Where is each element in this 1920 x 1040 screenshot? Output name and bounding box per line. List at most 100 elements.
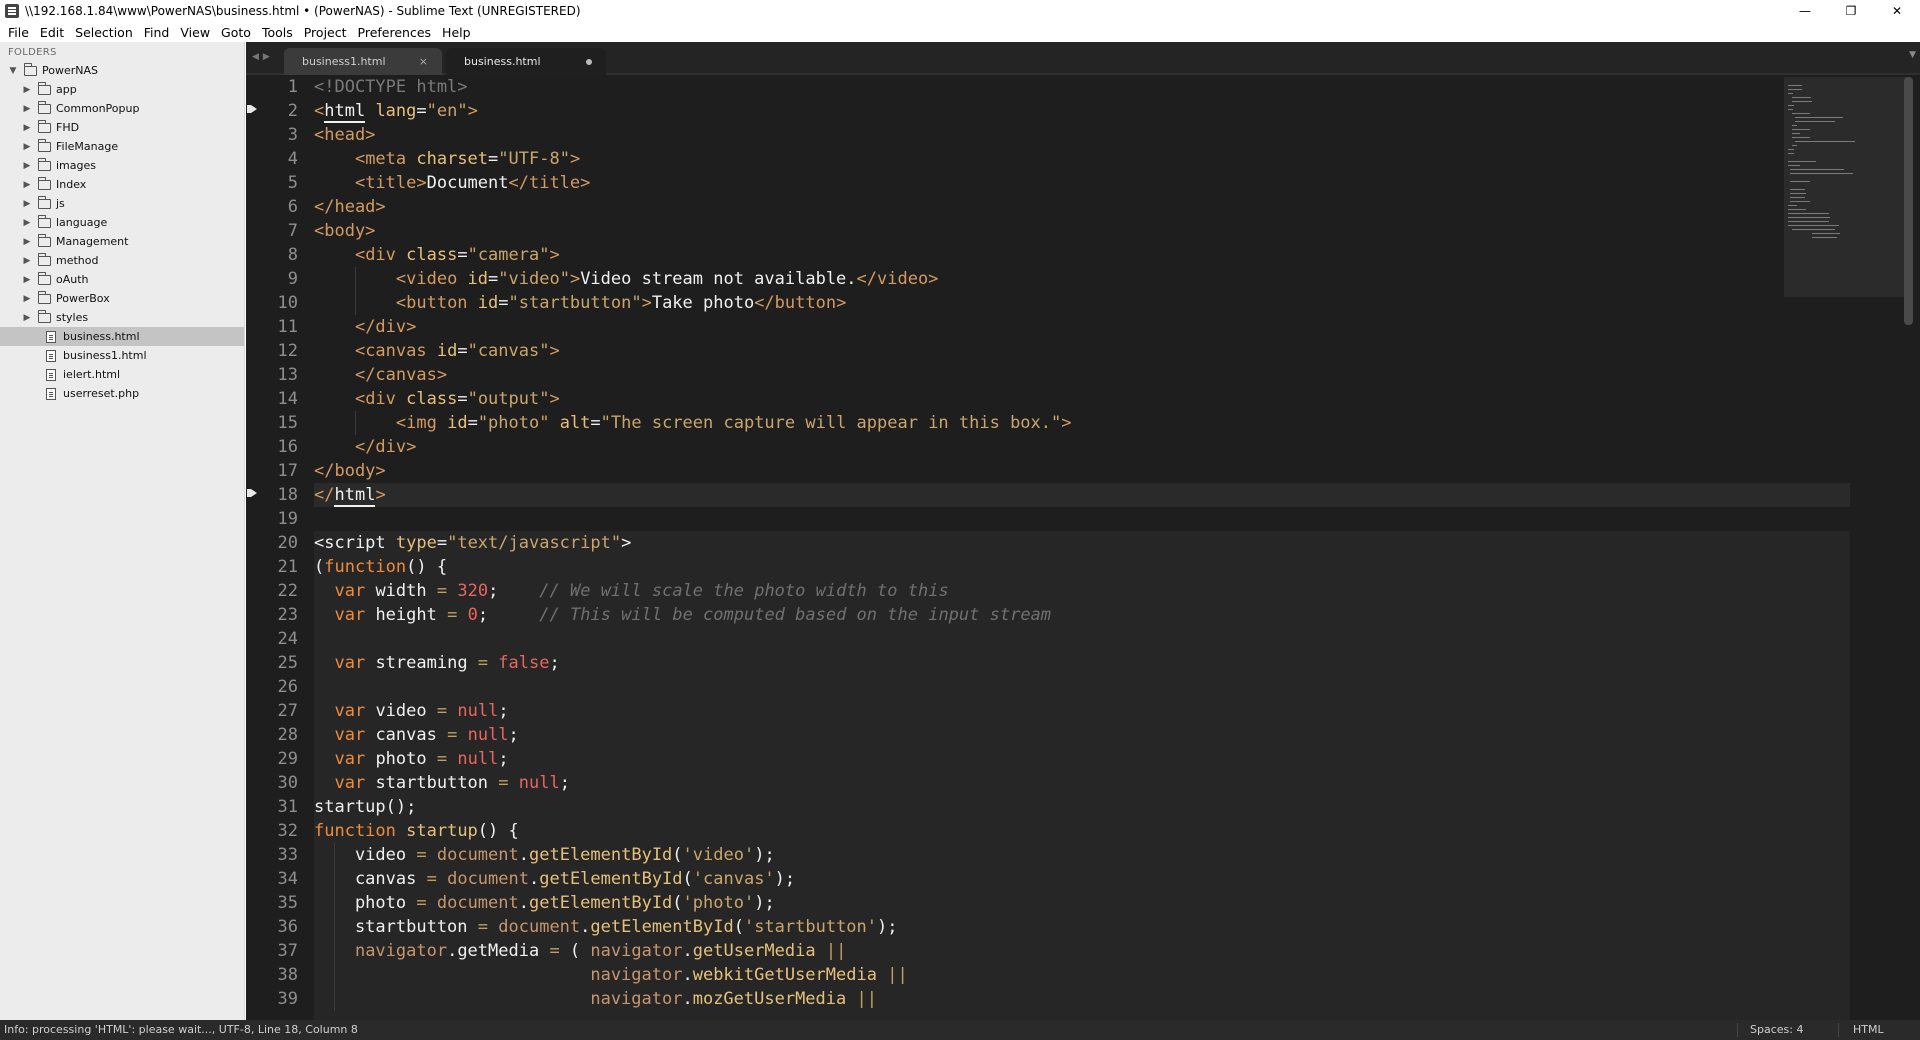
gutter-row[interactable]: 23 — [246, 603, 298, 627]
gutter-row[interactable]: 1 — [246, 75, 298, 99]
code-line[interactable]: <meta charset="UTF-8"> — [314, 147, 580, 171]
tree-folder-index[interactable]: ▶ Index — [0, 175, 244, 194]
menu-project[interactable]: Project — [304, 25, 347, 40]
code-line[interactable]: function startup() { — [314, 819, 519, 843]
code-line[interactable]: navigator.getMedia = ( navigator.getUser… — [314, 939, 846, 963]
gutter-row[interactable]: 38 — [246, 963, 298, 987]
code-line[interactable]: <div class="camera"> — [314, 243, 560, 267]
tab-business1-html[interactable]: business1.html × — [284, 48, 442, 75]
gutter-row[interactable]: 13 — [246, 363, 298, 387]
code-line[interactable]: <img id="photo" alt="The screen capture … — [314, 411, 1072, 435]
minimap[interactable] — [1784, 77, 1906, 297]
arrow-right-icon[interactable]: ▶ — [263, 52, 274, 62]
gutter-row[interactable]: 11 — [246, 315, 298, 339]
tree-folder-oauth[interactable]: ▶ oAuth — [0, 270, 244, 289]
menu-view[interactable]: View — [180, 25, 210, 40]
code-line[interactable]: </head> — [314, 195, 386, 219]
tab-nav-arrows[interactable]: ◀▶ — [252, 52, 274, 62]
tree-folder-images[interactable]: ▶ images — [0, 156, 244, 175]
gutter-row[interactable]: 15 — [246, 411, 298, 435]
gutter-row[interactable]: 32 — [246, 819, 298, 843]
tree-folder-powerbox[interactable]: ▶ PowerBox — [0, 289, 244, 308]
code-line[interactable]: </div> — [314, 435, 416, 459]
code-line[interactable]: photo = document.getElementById('photo')… — [314, 891, 775, 915]
menu-find[interactable]: Find — [144, 25, 170, 40]
indentation-setting[interactable]: Spaces: 4 — [1750, 1020, 1803, 1040]
code-line[interactable]: <head> — [314, 123, 375, 147]
code-area[interactable]: <!DOCTYPE html> <html lang="en"> <head> <m… — [314, 75, 1850, 1020]
code-line[interactable]: var startbutton = null; — [314, 771, 569, 795]
code-line[interactable]: (function() { — [314, 555, 447, 579]
gutter-row[interactable]: 14 — [246, 387, 298, 411]
collapse-arrow-icon[interactable]: ▼ — [8, 66, 18, 76]
code-editor[interactable]: 1 2 3 4 5 6 7 8 9 10 11 12 13 14 15 16 17 18 19 20 21 22 23 24 2… — [246, 75, 1920, 1020]
unsaved-dot-icon[interactable] — [586, 59, 592, 65]
tab-business-html[interactable]: business.html — [446, 48, 606, 75]
gutter-row[interactable]: 35 — [246, 891, 298, 915]
close-button[interactable]: ✕ — [1874, 0, 1920, 22]
bookmark-icon[interactable] — [247, 105, 257, 113]
code-line[interactable]: startbutton = document.getElementById('s… — [314, 915, 898, 939]
gutter-row[interactable]: 22 — [246, 579, 298, 603]
code-line[interactable]: <canvas id="canvas"> — [314, 339, 560, 363]
menu-preferences[interactable]: Preferences — [358, 25, 432, 40]
minimize-button[interactable]: — — [1782, 0, 1828, 22]
code-line[interactable]: <html lang="en"> — [314, 99, 478, 123]
expand-arrow-icon[interactable]: ▶ — [22, 161, 32, 171]
gutter-row[interactable]: 31 — [246, 795, 298, 819]
gutter-row[interactable]: 24 — [246, 627, 298, 651]
code-line[interactable]: var photo = null; — [314, 747, 508, 771]
gutter-row[interactable]: 6 — [246, 195, 298, 219]
tree-file-ielert-html[interactable]: ielert.html — [0, 365, 244, 384]
expand-arrow-icon[interactable]: ▶ — [22, 142, 32, 152]
menu-selection[interactable]: Selection — [75, 25, 133, 40]
code-line[interactable]: startup(); — [314, 795, 416, 819]
code-line[interactable]: </div> — [314, 315, 416, 339]
code-line[interactable]: navigator.mozGetUserMedia || — [314, 987, 877, 1011]
code-line[interactable]: <div class="output"> — [314, 387, 560, 411]
expand-arrow-icon[interactable]: ▶ — [22, 218, 32, 228]
code-line[interactable]: <video id="video">Video stream not avail… — [314, 267, 939, 291]
tree-folder-management[interactable]: ▶ Management — [0, 232, 244, 251]
arrow-left-icon[interactable]: ◀ — [252, 52, 263, 62]
line-number-gutter[interactable]: 1 2 3 4 5 6 7 8 9 10 11 12 13 14 15 16 17 18 19 20 21 22 23 24 2… — [246, 75, 298, 1020]
gutter-row[interactable]: 17 — [246, 459, 298, 483]
code-line[interactable]: navigator.webkitGetUserMedia || — [314, 963, 907, 987]
gutter-row[interactable]: 34 — [246, 867, 298, 891]
expand-arrow-icon[interactable]: ▶ — [22, 104, 32, 114]
expand-arrow-icon[interactable]: ▶ — [22, 275, 32, 285]
gutter-row[interactable]: 4 — [246, 147, 298, 171]
vertical-scrollbar[interactable] — [1904, 77, 1913, 325]
expand-arrow-icon[interactable]: ▶ — [22, 313, 32, 323]
gutter-row[interactable]: 26 — [246, 675, 298, 699]
code-line[interactable]: <body> — [314, 219, 375, 243]
gutter-row[interactable]: 25 — [246, 651, 298, 675]
code-line[interactable]: </body> — [314, 459, 386, 483]
tree-folder-commonpopup[interactable]: ▶ CommonPopup — [0, 99, 244, 118]
expand-arrow-icon[interactable]: ▶ — [22, 256, 32, 266]
gutter-row[interactable]: 3 — [246, 123, 298, 147]
tab-close-icon[interactable]: × — [419, 48, 428, 75]
restore-button[interactable]: ❐ — [1828, 0, 1874, 22]
gutter-row[interactable]: 18 — [246, 483, 298, 507]
code-line[interactable]: var streaming = false; — [314, 651, 559, 675]
tree-folder-language[interactable]: ▶ language — [0, 213, 244, 232]
tree-file-userreset-php[interactable]: userreset.php — [0, 384, 244, 403]
gutter-row[interactable]: 30 — [246, 771, 298, 795]
tree-folder-styles[interactable]: ▶ styles — [0, 308, 244, 327]
tree-folder-filemanage[interactable]: ▶ FileManage — [0, 137, 244, 156]
gutter-row[interactable]: 16 — [246, 435, 298, 459]
gutter-row[interactable]: 28 — [246, 723, 298, 747]
tree-folder-powernas[interactable]: ▼ PowerNAS — [0, 61, 244, 80]
code-line[interactable]: var canvas = null; — [314, 723, 518, 747]
tree-folder-js[interactable]: ▶ js — [0, 194, 244, 213]
code-line[interactable]: var width = 320; // We will scale the ph… — [314, 579, 948, 603]
tree-folder-app[interactable]: ▶ app — [0, 80, 244, 99]
bookmark-icon[interactable] — [247, 489, 257, 497]
tree-file-business1-html[interactable]: business1.html — [0, 346, 244, 365]
code-line[interactable]: video = document.getElementById('video')… — [314, 843, 775, 867]
gutter-row[interactable]: 7 — [246, 219, 298, 243]
gutter-row[interactable]: 5 — [246, 171, 298, 195]
expand-arrow-icon[interactable]: ▶ — [22, 237, 32, 247]
menu-goto[interactable]: Goto — [221, 25, 251, 40]
